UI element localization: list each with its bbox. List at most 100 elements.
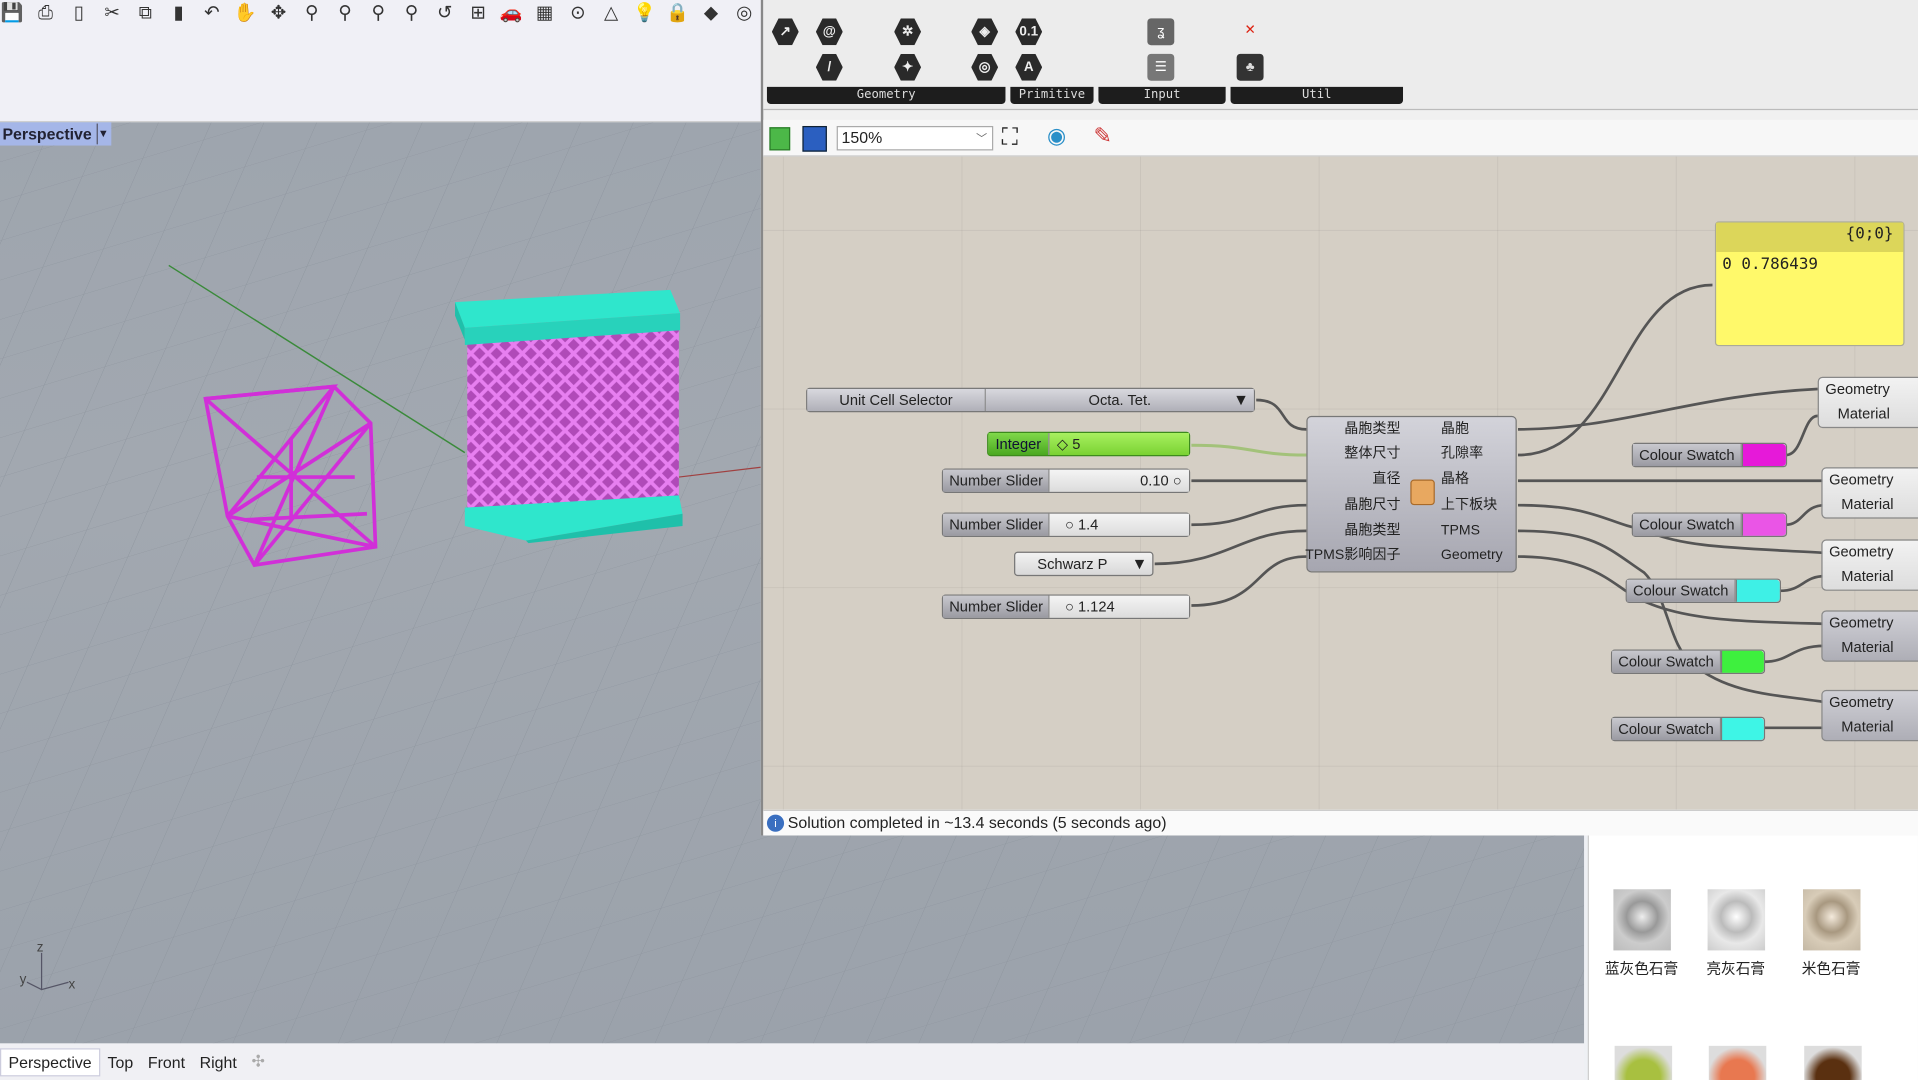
- colour-swatch[interactable]: Colour Swatch: [1625, 578, 1781, 604]
- point-icon[interactable]: ⊙: [566, 2, 590, 24]
- number-slider-diameter[interactable]: Number Slider 0.10 ○: [941, 468, 1191, 493]
- cut-icon[interactable]: ✂: [100, 2, 124, 24]
- material-thumbnail[interactable]: [1804, 1045, 1862, 1080]
- dropdown-arrow-icon[interactable]: ▼: [1233, 389, 1249, 411]
- custom-preview[interactable]: Geometry Material: [1821, 689, 1918, 742]
- preview-geometry-port[interactable]: Geometry: [1825, 380, 1889, 397]
- swatch-color[interactable]: [1741, 513, 1786, 536]
- ribbon-group-primitive[interactable]: Primitive: [1010, 86, 1094, 104]
- tpms-type-selector[interactable]: Schwarz P ▼: [1014, 551, 1154, 577]
- slider-track[interactable]: ○ 1.124: [1049, 595, 1189, 618]
- porosity-panel[interactable]: {0;0} 0 0.786439: [1714, 221, 1905, 347]
- input-port[interactable]: 直径: [1372, 467, 1400, 491]
- input-port[interactable]: TPMS影响因子: [1305, 543, 1400, 567]
- swatch-color[interactable]: [1721, 718, 1764, 741]
- colour-swatch[interactable]: Colour Swatch: [1610, 649, 1766, 674]
- vector-icon[interactable]: ↗: [771, 18, 799, 46]
- tree-icon[interactable]: ♣: [1236, 53, 1264, 81]
- zoom-extents-icon[interactable]: ⛶: [1002, 125, 1018, 152]
- swatch-color[interactable]: [1735, 579, 1780, 602]
- preview-material-port[interactable]: Material: [1838, 405, 1890, 422]
- swatch-color[interactable]: [1741, 444, 1786, 467]
- line-icon[interactable]: /: [815, 53, 843, 81]
- preview-material-port[interactable]: Material: [1841, 495, 1893, 512]
- material-item[interactable]: 米色石膏: [1794, 889, 1867, 978]
- viewport-layout-icon[interactable]: ⊞: [466, 2, 490, 24]
- dropdown-arrow-icon[interactable]: ▼: [1132, 553, 1148, 575]
- zoom-selected-icon[interactable]: ⚲: [399, 2, 423, 24]
- input-port[interactable]: 晶胞尺寸: [1344, 493, 1400, 517]
- tab-top[interactable]: Top: [100, 1049, 140, 1075]
- spiral-icon[interactable]: @: [815, 18, 843, 46]
- material-icon[interactable]: ◆: [699, 2, 723, 24]
- custom-preview[interactable]: Geometry Material: [1821, 467, 1918, 519]
- material-thumbnail[interactable]: [1614, 1045, 1673, 1080]
- tab-right[interactable]: Right: [192, 1049, 244, 1075]
- output-port[interactable]: 上下板块: [1441, 493, 1497, 517]
- save-icon[interactable]: 💾: [0, 2, 24, 24]
- output-port[interactable]: 晶格: [1441, 467, 1469, 491]
- rotate-icon[interactable]: ✥: [266, 2, 290, 24]
- custom-preview[interactable]: Geometry Material: [1821, 539, 1918, 591]
- lattice-cluster-component[interactable]: 晶胞类型 整体尺寸 直径 晶胞尺寸 晶胞类型 TPMS影响因子 晶胞 孔隙率 晶…: [1305, 415, 1517, 573]
- add-tab-icon[interactable]: ✣: [244, 1048, 272, 1075]
- colour-swatch[interactable]: Colour Swatch: [1610, 716, 1766, 742]
- tab-perspective[interactable]: Perspective: [0, 1047, 101, 1076]
- new-icon[interactable]: ▯: [67, 2, 91, 24]
- ribbon-group-util[interactable]: Util: [1230, 86, 1404, 104]
- tab-front[interactable]: Front: [141, 1049, 193, 1075]
- zoom-level-dropdown[interactable]: 150% ﹀: [836, 125, 994, 151]
- input-port[interactable]: 晶胞类型: [1344, 519, 1400, 543]
- grid-icon[interactable]: ▦: [532, 2, 556, 24]
- text-icon[interactable]: A: [1015, 53, 1043, 81]
- preview-geometry-port[interactable]: Geometry: [1829, 614, 1893, 631]
- graph-mapper-icon[interactable]: ʓ: [1147, 18, 1175, 46]
- material-thumbnail[interactable]: [1708, 1045, 1767, 1080]
- preview-material-port[interactable]: Material: [1841, 639, 1893, 656]
- save-file-icon[interactable]: [802, 125, 827, 152]
- ribbon-group-geometry[interactable]: Geometry: [766, 86, 1006, 104]
- paste-icon[interactable]: ▮: [166, 2, 190, 24]
- custom-preview[interactable]: Geometry Material: [1817, 376, 1918, 429]
- ribbon-group-input[interactable]: Input: [1098, 86, 1226, 104]
- slider-track[interactable]: ◇ 5: [1049, 433, 1189, 456]
- value-list-icon[interactable]: ☰: [1147, 53, 1175, 81]
- input-port[interactable]: 整体尺寸: [1344, 442, 1400, 466]
- copy-icon[interactable]: ⧉: [133, 2, 157, 24]
- color-wheel-icon[interactable]: ◎: [732, 2, 756, 24]
- material-item[interactable]: 蓝灰色石膏: [1605, 889, 1678, 978]
- colour-swatch[interactable]: Colour Swatch: [1631, 442, 1788, 468]
- mesh-icon[interactable]: ✲: [894, 18, 922, 46]
- slider-track[interactable]: 0.10 ○: [1049, 469, 1189, 492]
- shapes-icon[interactable]: △: [599, 2, 623, 24]
- cluster-icon[interactable]: ✕: [1237, 17, 1264, 44]
- custom-preview[interactable]: Geometry Material: [1821, 610, 1918, 662]
- preview-eye-icon[interactable]: ◉: [1047, 124, 1066, 150]
- brep-icon[interactable]: ◈: [971, 18, 999, 46]
- print-icon[interactable]: ⎙: [33, 2, 57, 24]
- preview-material-port[interactable]: Material: [1841, 568, 1893, 585]
- input-port[interactable]: 晶胞类型: [1344, 417, 1400, 441]
- output-port[interactable]: Geometry: [1441, 543, 1503, 567]
- zoom-extents-icon[interactable]: ⚲: [366, 2, 390, 24]
- output-port[interactable]: 晶胞: [1441, 417, 1469, 441]
- zoom-window-icon[interactable]: ⚲: [333, 2, 357, 24]
- preview-geometry-port[interactable]: Geometry: [1829, 471, 1893, 488]
- integer-slider[interactable]: Integer ◇ 5: [987, 431, 1191, 457]
- viewport-menu-icon[interactable]: ▼: [96, 123, 109, 145]
- unit-cell-selector[interactable]: Unit Cell Selector Octa. Tet. ▼: [806, 387, 1256, 413]
- material-item[interactable]: 亮灰石膏: [1699, 889, 1772, 978]
- gh-canvas[interactable]: Unit Cell Selector Octa. Tet. ▼ Integer …: [763, 156, 1918, 810]
- number-slider-cell-size[interactable]: Number Slider ○ 1.4: [941, 512, 1191, 537]
- surface-icon[interactable]: ✦: [894, 53, 922, 81]
- viewport-title[interactable]: Perspective ▼: [0, 122, 112, 146]
- car-icon[interactable]: 🚗: [499, 2, 523, 24]
- lock-icon[interactable]: 🔒: [665, 2, 689, 24]
- output-port[interactable]: 孔隙率: [1441, 442, 1483, 466]
- number-slider-tpms-factor[interactable]: Number Slider ○ 1.124: [941, 594, 1191, 619]
- swatch-color[interactable]: [1721, 650, 1764, 673]
- open-file-icon[interactable]: [769, 127, 791, 151]
- preview-geometry-port[interactable]: Geometry: [1829, 694, 1893, 711]
- slider-track[interactable]: ○ 1.4: [1049, 513, 1189, 536]
- output-port[interactable]: TPMS: [1441, 519, 1480, 543]
